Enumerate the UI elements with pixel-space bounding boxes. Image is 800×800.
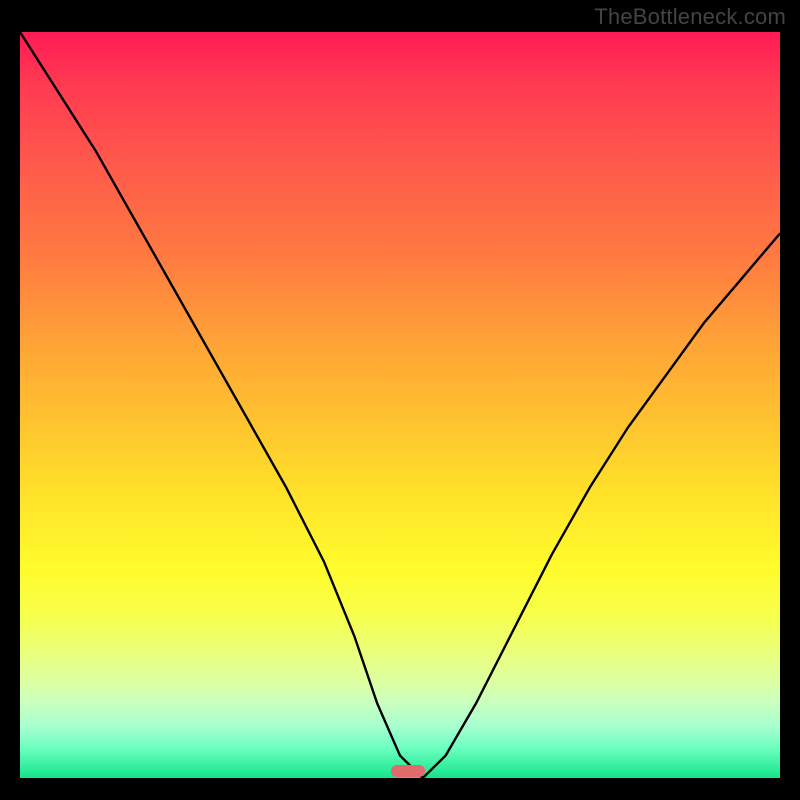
bottleneck-curve [20,32,780,778]
chart-frame: TheBottleneck.com [0,0,800,800]
curve-path [20,32,780,778]
minimum-marker [391,765,425,777]
watermark-text: TheBottleneck.com [594,4,786,30]
plot-area [20,32,780,778]
